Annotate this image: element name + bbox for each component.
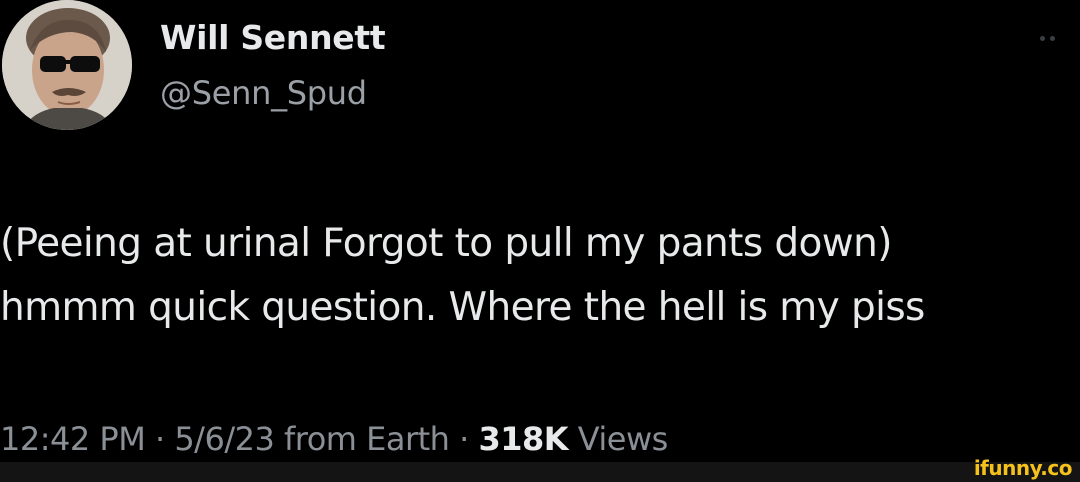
- tweet-time[interactable]: 12:42 PM: [0, 420, 146, 458]
- tweet-text-line: hmmm quick question. Where the hell is m…: [0, 285, 925, 330]
- tweet-date[interactable]: 5/6/23: [174, 420, 275, 458]
- meta-separator: ·: [459, 420, 469, 458]
- ifunny-watermark: ifunny.co: [973, 456, 1073, 480]
- tweet-source: from Earth: [283, 420, 450, 458]
- views-count: 318K: [478, 420, 569, 458]
- author-handle[interactable]: @Senn_Spud: [160, 74, 367, 112]
- watermark-bar: ifunny.co: [0, 456, 1080, 482]
- views-label: Views: [577, 420, 669, 458]
- avatar[interactable]: [2, 0, 132, 130]
- tweet-meta: 12:42 PM · 5/6/23 from Earth · 318K View…: [0, 420, 668, 458]
- tweet-text: (Peeing at urinal Forgot to pull my pant…: [0, 212, 1080, 340]
- author-name[interactable]: Will Sennett: [160, 18, 386, 57]
- meta-separator: ·: [154, 420, 165, 458]
- dot: [1050, 36, 1055, 41]
- tweet-card: Will Sennett @Senn_Spud (Peeing at urina…: [0, 0, 1080, 460]
- dot: [1040, 36, 1045, 41]
- more-options-icon[interactable]: [1040, 36, 1062, 42]
- tweet-text-line: (Peeing at urinal Forgot to pull my pant…: [0, 221, 892, 266]
- user-avatar-photo-icon: [2, 0, 132, 130]
